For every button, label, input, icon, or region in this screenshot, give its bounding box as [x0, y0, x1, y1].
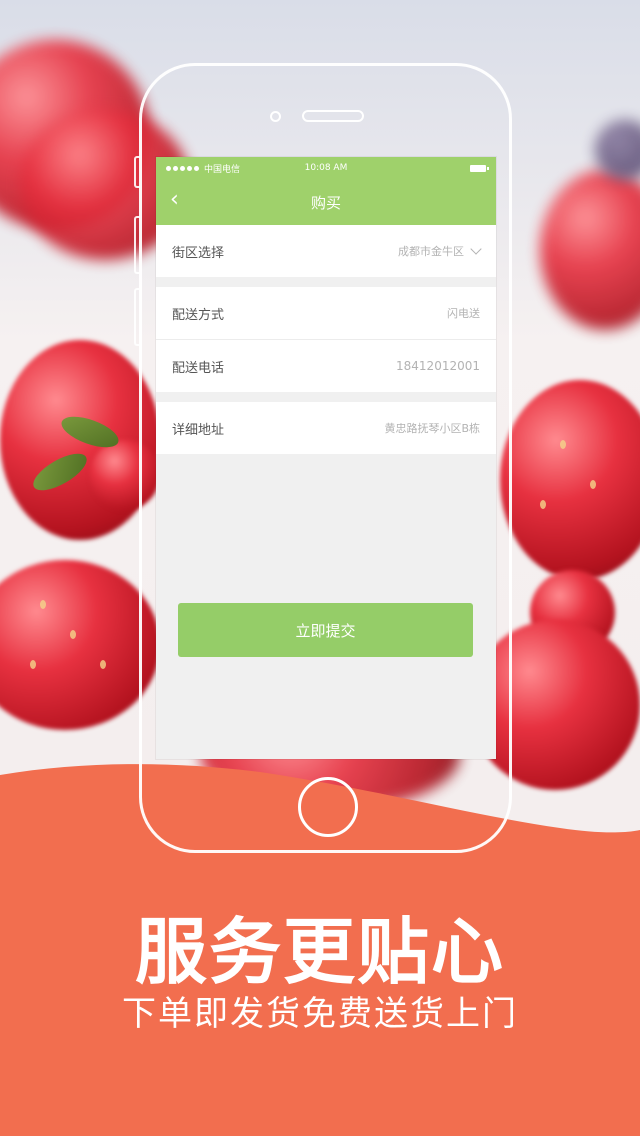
- battery-icon: [470, 164, 489, 172]
- address-label: 详细地址: [172, 422, 225, 438]
- delivery-phone-field[interactable]: 18412012001: [396, 359, 480, 373]
- address-row[interactable]: 详细地址 黄忠路抚琴小区B栋: [156, 402, 496, 454]
- signal-dot-icon: [166, 165, 171, 171]
- banner-headline: 服务更贴心: [134, 910, 505, 994]
- carrier-label: 中国电信: [204, 164, 241, 175]
- nav-bar: ‹ 购买: [156, 179, 496, 225]
- submit-button[interactable]: 立即提交: [178, 603, 473, 657]
- district-value: 成都市金牛区: [398, 245, 464, 258]
- page-title: 购买: [310, 193, 341, 212]
- signal-dot-icon: [173, 165, 178, 171]
- delivery-method-label: 配送方式: [172, 307, 225, 323]
- address-field[interactable]: 黄忠路抚琴小区B栋: [384, 420, 480, 436]
- app-screen: 中国电信 10:08 AM ‹ 购买 街区选择 成都市金牛区 配送方式 闪电送 …: [156, 157, 496, 759]
- delivery-phone-label: 配送电话: [172, 360, 225, 376]
- delivery-method-row[interactable]: 配送方式 闪电送: [156, 287, 496, 339]
- district-select-row[interactable]: 街区选择 成都市金牛区: [156, 225, 496, 277]
- signal-dot-icon: [180, 165, 185, 171]
- signal-strength: 中国电信: [166, 162, 240, 175]
- camera-icon: [270, 111, 281, 122]
- signal-dot-icon: [187, 165, 192, 171]
- banner-subline: 下单即发货免费送货上门: [122, 994, 518, 1034]
- delivery-phone-row[interactable]: 配送电话 18412012001: [156, 340, 496, 392]
- back-arrow-icon[interactable]: ‹: [170, 187, 179, 212]
- signal-dot-icon: [194, 165, 199, 171]
- status-bar: 中国电信 10:08 AM: [156, 157, 496, 179]
- delivery-method-value: 闪电送: [447, 307, 480, 320]
- home-button[interactable]: [298, 777, 358, 837]
- speaker-icon: [302, 110, 364, 122]
- chevron-down-icon: [470, 243, 482, 255]
- district-label: 街区选择: [172, 245, 225, 261]
